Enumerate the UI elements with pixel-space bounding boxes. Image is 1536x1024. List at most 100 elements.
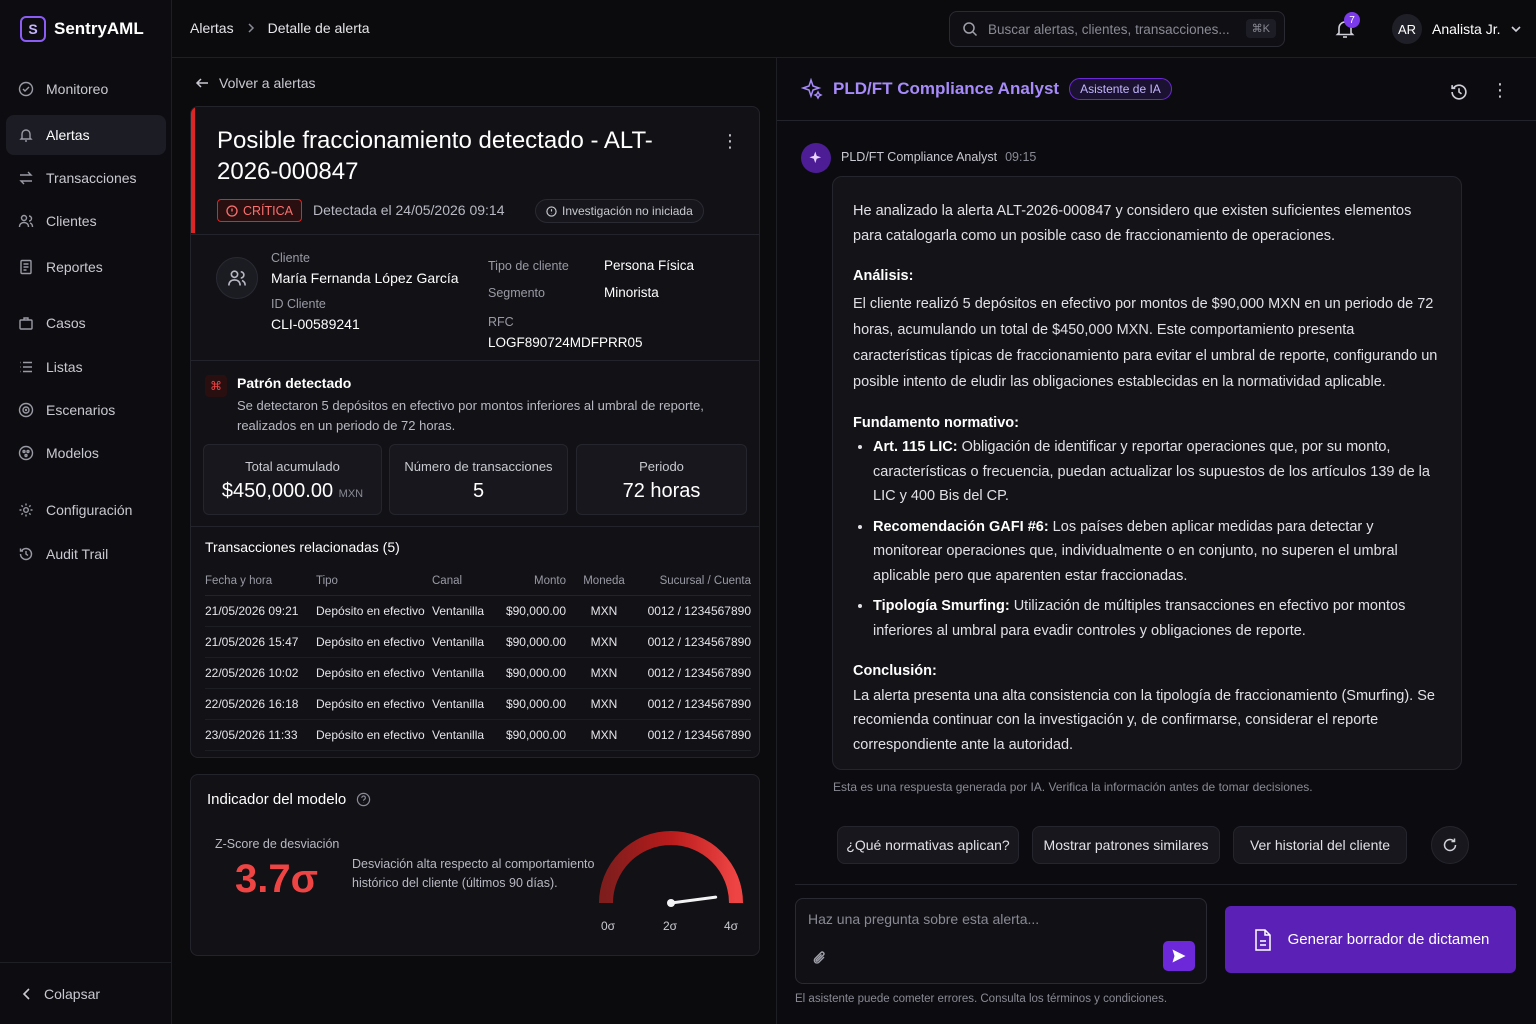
gauge-mid-label: 2σ <box>663 919 678 933</box>
table-row[interactable]: 23/05/2026 11:33 Depósito en efectivo Vent… <box>205 719 751 751</box>
sidebar-item-clientes[interactable]: Clientes <box>6 201 166 241</box>
sidebar-item-casos[interactable]: Casos <box>6 303 166 343</box>
detected-date: Detectada el 24/05/2026 09:14 <box>313 202 505 218</box>
message-intro: He analizado la alerta ALT-2026-000847 y… <box>853 203 1412 244</box>
table-cell: $90,000.00 <box>504 595 566 627</box>
suggestion-chip[interactable]: Ver historial del cliente <box>1233 826 1407 864</box>
sidebar-item-label: Modelos <box>46 445 99 461</box>
arrow-left-icon <box>195 78 208 88</box>
col-branch[interactable]: Sucursal / Cuenta <box>642 568 751 596</box>
table-cell: Depósito en efectivo <box>316 657 432 689</box>
help-icon[interactable] <box>356 792 371 807</box>
divider <box>191 360 759 361</box>
client-id-label: ID Cliente <box>271 297 326 311</box>
client-name[interactable]: María Fernanda López García <box>271 270 459 286</box>
col-currency[interactable]: Moneda <box>566 568 642 596</box>
more-options-icon[interactable]: ⋮ <box>721 131 739 152</box>
client-avatar <box>216 257 258 299</box>
rfc-label: RFC <box>488 315 514 329</box>
table-cell: 22/05/2026 16:18 <box>205 688 316 720</box>
generate-draft-label: Generar borrador de dictamen <box>1287 931 1490 948</box>
segment: Minorista <box>604 285 659 300</box>
briefcase-icon <box>19 317 33 330</box>
search-shortcut: ⌘K <box>1245 19 1276 38</box>
sidebar-item-label: Listas <box>46 359 83 375</box>
transactions-title: Transacciones relacionadas (5) <box>205 539 400 555</box>
table-cell: Depósito en efectivo <box>316 595 432 627</box>
history-icon[interactable] <box>1449 82 1469 102</box>
sidebar-item-modelos[interactable]: Modelos <box>6 433 166 473</box>
collapse-label: Colapsar <box>44 985 101 1002</box>
analysis-text: El cliente realizó 5 depósitos en efecti… <box>853 295 1438 390</box>
suggestion-chip[interactable]: Mostrar patrones similares <box>1032 826 1220 864</box>
client-type: Persona Física <box>604 258 695 273</box>
zscore-description: Desviación alta respecto al comportamien… <box>352 857 595 890</box>
table-row[interactable]: 22/05/2026 10:02 Depósito en efectivo Vent… <box>205 657 751 689</box>
col-type[interactable]: Tipo <box>316 568 432 596</box>
send-button[interactable] <box>1163 941 1195 971</box>
chat-composer <box>795 898 1207 984</box>
client-label: Cliente <box>271 251 310 265</box>
stat-value: 5 <box>472 480 485 502</box>
sidebar-item-monitoreo[interactable]: Monitoreo <box>6 69 166 109</box>
segment-label: Segmento <box>488 286 545 300</box>
chevron-right-icon <box>248 23 254 33</box>
sidebar-item-label: Audit Trail <box>46 546 109 562</box>
search-icon <box>963 22 978 37</box>
users-icon <box>228 270 246 286</box>
paperclip-icon[interactable] <box>812 949 828 967</box>
table-row[interactable]: 21/05/2026 15:47 Depósito en efectivo Vent… <box>205 626 751 658</box>
table-cell: Ventanilla <box>432 688 504 720</box>
stat-value: 72 horas <box>622 480 701 502</box>
message-time: 09:15 <box>1005 150 1037 164</box>
table-row[interactable]: 22/05/2026 16:18 Depósito en efectivo Vent… <box>205 688 751 720</box>
table-cell: $90,000.00 <box>504 688 566 720</box>
breadcrumb-alertas[interactable]: Alertas <box>190 20 234 36</box>
table-cell: 0012 / 1234567890 <box>642 688 751 720</box>
col-amount[interactable]: Monto <box>504 568 566 596</box>
severity-badge: CRÍTICA <box>217 199 302 222</box>
sidebar-item-escenarios[interactable]: Escenarios <box>6 390 166 430</box>
col-channel[interactable]: Canal <box>432 568 504 596</box>
user-menu[interactable]: AR Analista Jr. <box>1392 14 1522 44</box>
collapse-button[interactable]: Colapsar <box>0 962 172 1024</box>
table-row[interactable]: 21/05/2026 09:21 Depósito en efectivo Vent… <box>205 595 751 627</box>
sidebar-item-listas[interactable]: Listas <box>6 347 166 387</box>
sidebar-item-reportes[interactable]: Reportes <box>6 247 166 287</box>
app-logo[interactable]: S SentryAML <box>20 16 144 42</box>
table-cell: MXN <box>566 626 642 658</box>
table-cell: 0012 / 1234567890 <box>642 657 751 689</box>
table-cell: 0012 / 1234567890 <box>642 626 751 658</box>
refresh-icon <box>1443 838 1457 852</box>
chat-input[interactable] <box>808 911 1138 927</box>
alert-title: Posible fraccionamiento detectado - ALT-… <box>217 127 653 185</box>
app-name: SentryAML <box>54 19 144 38</box>
divider <box>191 234 759 235</box>
zscore-value: 3.7σ <box>235 857 318 901</box>
alert-circle-icon <box>226 204 238 217</box>
sidebar-item-alertas[interactable]: Alertas <box>6 115 166 155</box>
refresh-button[interactable] <box>1431 826 1469 864</box>
back-link[interactable]: Volver a alertas <box>195 75 316 91</box>
monitor-icon <box>18 81 34 97</box>
suggestion-chip[interactable]: ¿Qué normativas aplican? <box>837 826 1019 864</box>
list-item: Art. 115 LIC: Obligación de identificar … <box>873 435 1441 509</box>
col-date[interactable]: Fecha y hora <box>205 568 316 596</box>
notifications-badge: 7 <box>1344 12 1360 28</box>
message-author: PLD/FT Compliance Analyst <box>841 150 998 164</box>
sidebar-item-configuracion[interactable]: Configuración <box>6 490 166 530</box>
conclusion-heading: Conclusión: <box>853 663 937 679</box>
pattern-description: Se detectaron 5 depósitos en efectivo po… <box>237 398 704 433</box>
document-icon <box>1254 928 1271 951</box>
search-input[interactable]: Buscar alertas, clientes, transacciones.… <box>949 11 1285 47</box>
generate-draft-button[interactable]: Generar borrador de dictamen <box>1225 906 1516 973</box>
target-icon <box>18 402 34 418</box>
sidebar-item-audit-trail[interactable]: Audit Trail <box>6 534 166 574</box>
more-options-icon[interactable]: ⋮ <box>1491 80 1509 101</box>
sidebar-item-transacciones[interactable]: Transacciones <box>6 158 166 198</box>
divider <box>795 884 1517 885</box>
table-cell: 21/05/2026 15:47 <box>205 626 316 658</box>
search-placeholder: Buscar alertas, clientes, transacciones.… <box>988 21 1230 37</box>
basis-list: Art. 115 LIC: Obligación de identificar … <box>873 435 1441 643</box>
gauge-needle <box>669 895 718 905</box>
